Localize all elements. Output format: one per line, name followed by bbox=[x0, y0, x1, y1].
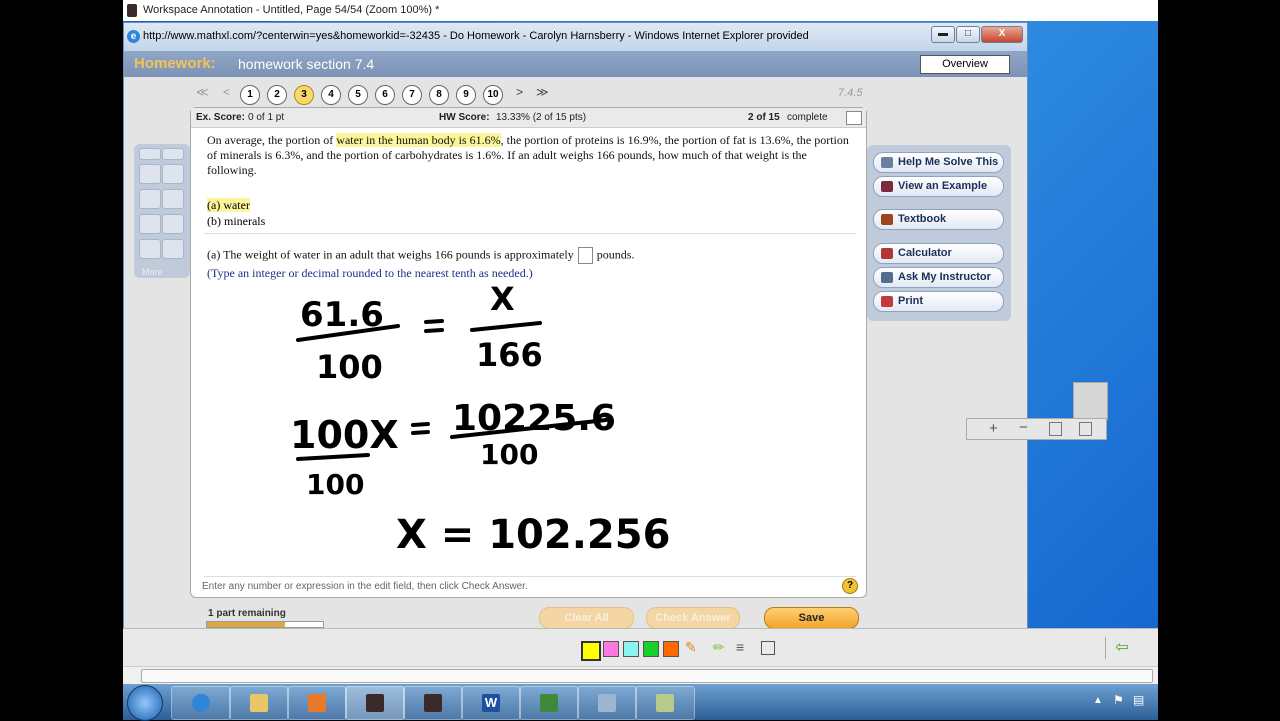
hw-line2-denominator: 100 bbox=[306, 468, 364, 501]
hw-result: X = 102.256 bbox=[396, 512, 670, 558]
equals-stroke bbox=[411, 422, 430, 427]
hw-denominator-right: 166 bbox=[476, 336, 543, 374]
hw-line2-numerator: 10225.6 bbox=[452, 398, 616, 439]
hw-line2-right-denominator: 100 bbox=[480, 438, 538, 471]
hw-denominator-left: 100 bbox=[316, 348, 383, 386]
hw-line2-left: 100X bbox=[290, 413, 399, 457]
handwriting-layer: 61.6 100 X 166 100X 100 10225.6 100 X = … bbox=[290, 280, 670, 558]
equals-stroke bbox=[411, 430, 430, 435]
hw-numerator-left: 61.6 bbox=[300, 295, 384, 335]
equals-stroke bbox=[424, 328, 444, 333]
equals-stroke bbox=[424, 319, 444, 324]
fraction-bar bbox=[470, 321, 542, 332]
hw-numerator-right: X bbox=[490, 280, 515, 318]
